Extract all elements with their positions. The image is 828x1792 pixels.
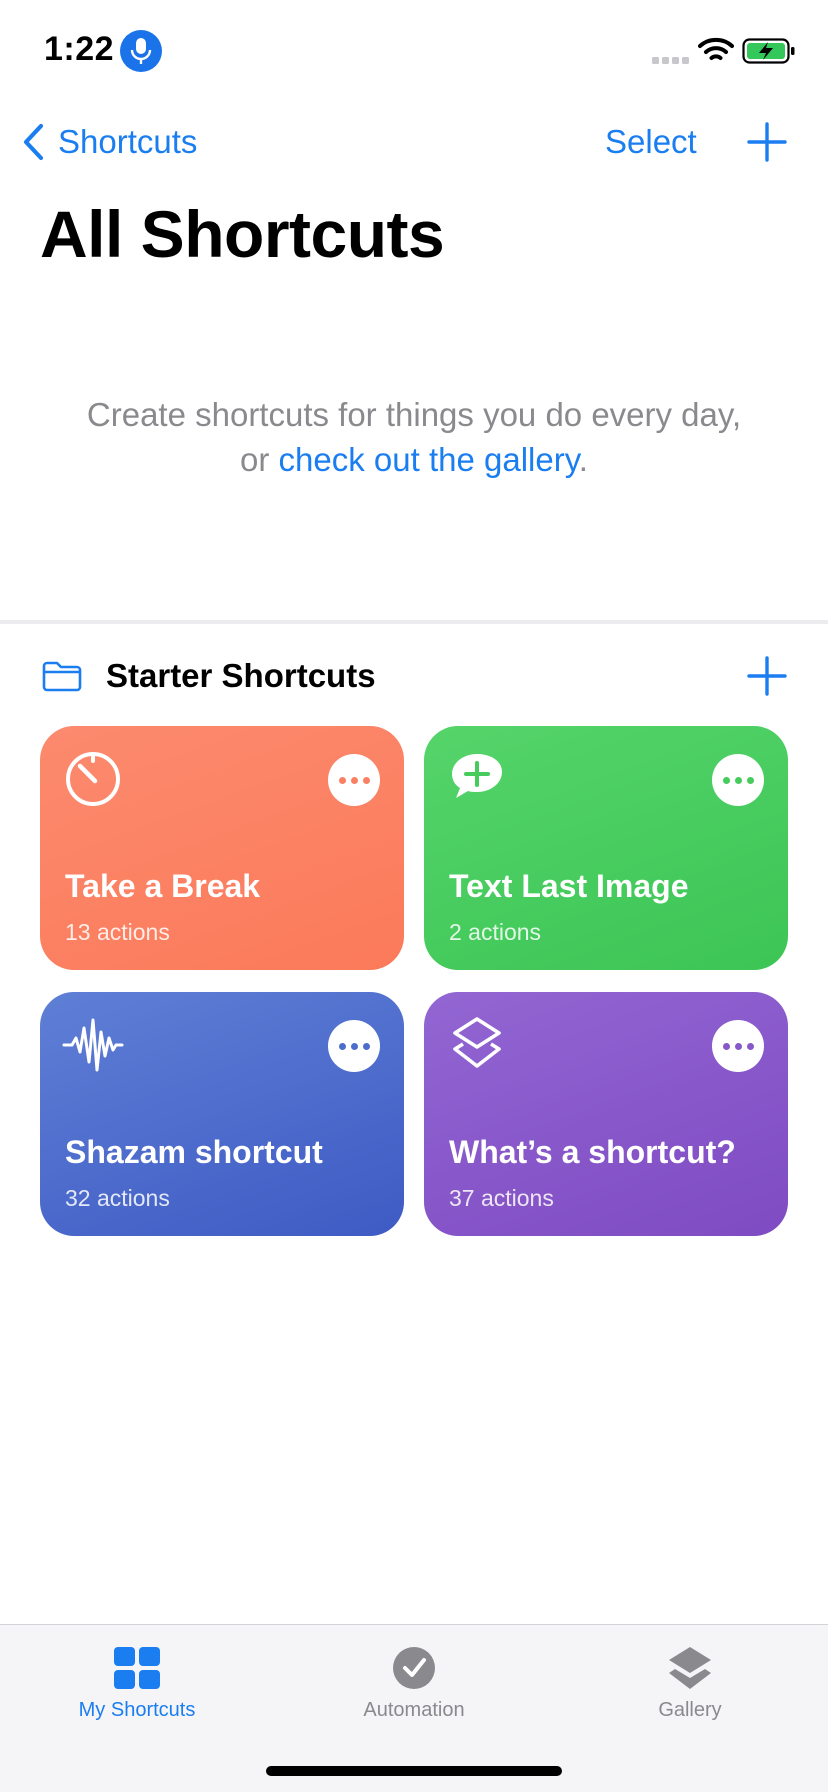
page-title: All Shortcuts bbox=[40, 197, 445, 271]
empty-state-line: Create shortcuts for things you do every… bbox=[86, 396, 742, 433]
empty-state-suffix: . bbox=[578, 441, 588, 478]
plus-icon bbox=[747, 656, 787, 696]
waveform-icon bbox=[62, 1014, 124, 1076]
shortcut-action-count: 2 actions bbox=[449, 919, 542, 945]
wifi-icon bbox=[698, 36, 734, 69]
layers-icon bbox=[665, 1645, 715, 1691]
shortcut-card-take-a-break[interactable]: Take a Break 13 actions bbox=[40, 726, 404, 970]
microphone-icon bbox=[120, 30, 162, 72]
new-shortcut-button[interactable] bbox=[746, 121, 788, 163]
empty-state-message: Create shortcuts for things you do every… bbox=[40, 392, 788, 482]
more-options-button[interactable] bbox=[328, 754, 380, 806]
section-divider bbox=[0, 620, 828, 624]
chevron-left-icon bbox=[23, 123, 44, 161]
shortcut-card-whats-a-shortcut[interactable]: What’s a shortcut? 37 actions bbox=[424, 992, 788, 1236]
back-button[interactable]: Shortcuts bbox=[22, 118, 197, 166]
folder-title: Starter Shortcuts bbox=[106, 657, 376, 694]
shortcut-name: Take a Break bbox=[65, 868, 261, 904]
more-options-button[interactable] bbox=[328, 1020, 380, 1072]
empty-state-prefix: or bbox=[240, 441, 279, 478]
timer-icon bbox=[62, 748, 124, 810]
tab-label: Gallery bbox=[658, 1699, 722, 1721]
shortcut-card-text-last-image[interactable]: Text Last Image 2 actions bbox=[424, 726, 788, 970]
status-time: 1:22 bbox=[44, 30, 115, 68]
back-button-label: Shortcuts bbox=[58, 123, 198, 160]
tab-my-shortcuts[interactable]: My Shortcuts bbox=[37, 1645, 237, 1722]
shortcut-name: Shazam shortcut bbox=[65, 1134, 323, 1170]
shortcut-action-count: 37 actions bbox=[449, 1185, 554, 1211]
grid-icon bbox=[112, 1645, 162, 1691]
select-button[interactable]: Select bbox=[605, 118, 697, 166]
shortcut-name: What’s a shortcut? bbox=[449, 1134, 736, 1170]
tab-gallery[interactable]: Gallery bbox=[590, 1645, 790, 1722]
shortcut-action-count: 13 actions bbox=[65, 919, 170, 945]
checkmark-clock-icon bbox=[389, 1645, 439, 1691]
gallery-link[interactable]: check out the gallery bbox=[279, 441, 579, 478]
tab-label: My Shortcuts bbox=[78, 1699, 196, 1721]
folder-icon bbox=[42, 660, 82, 697]
shortcut-name: Text Last Image bbox=[449, 868, 689, 904]
shortcuts-layers-icon bbox=[446, 1014, 508, 1076]
home-indicator bbox=[266, 1766, 562, 1776]
shortcut-action-count: 32 actions bbox=[65, 1185, 170, 1211]
tab-label: Automation bbox=[363, 1699, 465, 1721]
message-plus-icon bbox=[446, 748, 508, 810]
add-to-folder-button[interactable] bbox=[746, 655, 788, 697]
shortcut-card-shazam[interactable]: Shazam shortcut 32 actions bbox=[40, 992, 404, 1236]
more-options-button[interactable] bbox=[712, 1020, 764, 1072]
tab-automation[interactable]: Automation bbox=[314, 1645, 514, 1722]
more-options-button[interactable] bbox=[712, 754, 764, 806]
battery-charging-icon bbox=[742, 38, 796, 69]
plus-icon bbox=[747, 122, 787, 162]
cellular-signal-icon bbox=[652, 52, 692, 70]
status-bar: 1:22 bbox=[0, 0, 828, 100]
